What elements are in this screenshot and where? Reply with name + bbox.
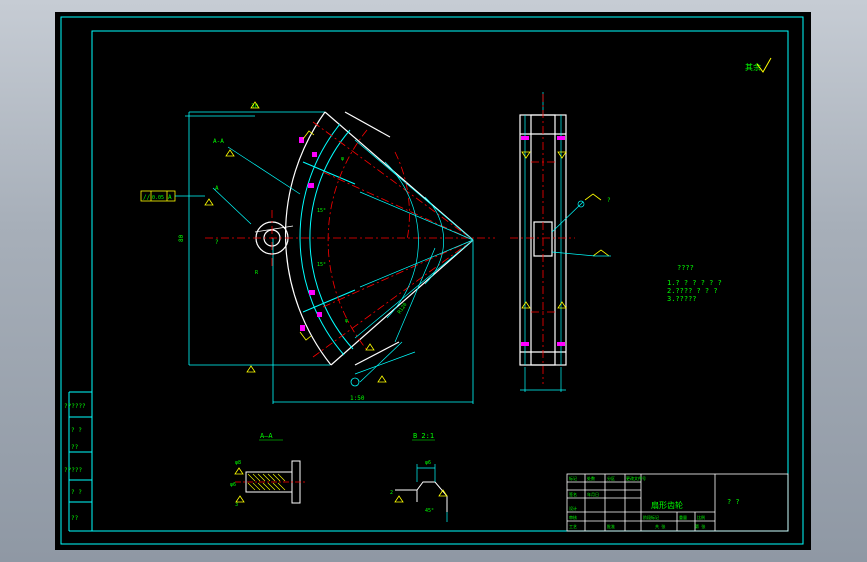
svg-text:3: 3 bbox=[235, 502, 238, 508]
svg-text:比例: 比例 bbox=[697, 514, 705, 520]
svg-text:更改文件号: 更改文件号 bbox=[626, 475, 646, 481]
part-name: 扇形齿轮 bbox=[651, 500, 683, 510]
svg-text:标记: 标记 bbox=[569, 475, 577, 481]
svg-text:15°: 15° bbox=[317, 262, 326, 268]
strip-label: ? ? bbox=[71, 427, 82, 434]
balloon bbox=[350, 377, 360, 387]
svg-text:15°: 15° bbox=[317, 208, 326, 214]
svg-text:45°: 45° bbox=[425, 508, 434, 514]
datum-label: A bbox=[215, 185, 219, 192]
cad-viewport[interactable]: ?????? ? ? ?? ????? ? ? ?? 其余 30 80 1:50… bbox=[55, 12, 811, 550]
detail-view-a: A—A φ8 φ6 3 bbox=[230, 432, 305, 508]
strip-label: ?? bbox=[71, 444, 79, 451]
side-view: ? bbox=[510, 92, 611, 392]
notes-line: 1.? ? ? ? ? ? bbox=[667, 279, 722, 287]
svg-text:2: 2 bbox=[390, 490, 393, 496]
svg-text:分区: 分区 bbox=[607, 475, 615, 481]
svg-text:工艺: 工艺 bbox=[569, 524, 577, 529]
svg-text:签名: 签名 bbox=[569, 491, 577, 497]
svg-text:其余: 其余 bbox=[745, 62, 761, 72]
svg-text:阶段标记: 阶段标记 bbox=[643, 514, 659, 520]
notes-line: 3.????? bbox=[667, 295, 697, 303]
side-callout: ? bbox=[607, 197, 611, 204]
callout-left: ? bbox=[215, 239, 219, 246]
svg-text:批准: 批准 bbox=[607, 523, 615, 529]
roughness-mark: 其余 bbox=[745, 57, 772, 73]
strip-label: ????? bbox=[64, 467, 82, 474]
detail-view-b: B 2:1 φ6 2 45° bbox=[390, 432, 448, 522]
notes-line: 2.???? ? ? ? bbox=[667, 287, 718, 295]
detail-a-title: A—A bbox=[260, 432, 273, 440]
tolerance-frame: // 0.05 A bbox=[140, 190, 205, 202]
section-mark: A-A bbox=[213, 138, 224, 145]
svg-text:设计: 设计 bbox=[569, 505, 577, 511]
svg-text:φ: φ bbox=[341, 156, 344, 162]
technical-notes: ???? 1.? ? ? ? ? ? 2.???? ? ? ? 3.????? bbox=[667, 264, 722, 303]
notes-heading: ???? bbox=[677, 264, 694, 272]
detail-b-title: B 2:1 bbox=[413, 432, 434, 440]
svg-text:R: R bbox=[255, 270, 259, 276]
svg-text:φ6: φ6 bbox=[425, 460, 431, 466]
tooth-markers bbox=[299, 137, 322, 331]
svg-text:φ6: φ6 bbox=[230, 482, 236, 488]
svg-text:0.05: 0.05 bbox=[152, 195, 164, 201]
svg-text:φ: φ bbox=[345, 318, 348, 324]
title-label: ? ? bbox=[727, 498, 740, 506]
svg-text:共 张: 共 张 bbox=[655, 523, 665, 529]
title-block: 扇形齿轮 ? ? 标记 处数 分区 更改文件号 签名 年月日 设计 审核 工艺 … bbox=[566, 473, 789, 532]
svg-text:处数: 处数 bbox=[587, 475, 595, 481]
strip-label: ?????? bbox=[64, 403, 86, 410]
left-strip: ?????? ? ? ?? ????? ? ? ?? bbox=[64, 403, 86, 522]
strip-label: ?? bbox=[71, 515, 79, 522]
svg-text:φ8: φ8 bbox=[235, 460, 241, 466]
svg-text:第 张: 第 张 bbox=[695, 523, 705, 529]
svg-text:审核: 审核 bbox=[569, 514, 577, 520]
svg-text://: // bbox=[143, 194, 151, 201]
main-view: 30 80 1:50 A A-A ? R 15° 15° φ φ R120 //… bbox=[140, 101, 495, 404]
svg-text:年月日: 年月日 bbox=[587, 491, 599, 497]
strip-label: ? ? bbox=[71, 489, 82, 496]
dim-left: 80 bbox=[178, 234, 185, 242]
dim-bottom: 1:50 bbox=[350, 395, 365, 402]
svg-text:重量: 重量 bbox=[679, 514, 687, 520]
svg-text:A: A bbox=[168, 194, 172, 201]
